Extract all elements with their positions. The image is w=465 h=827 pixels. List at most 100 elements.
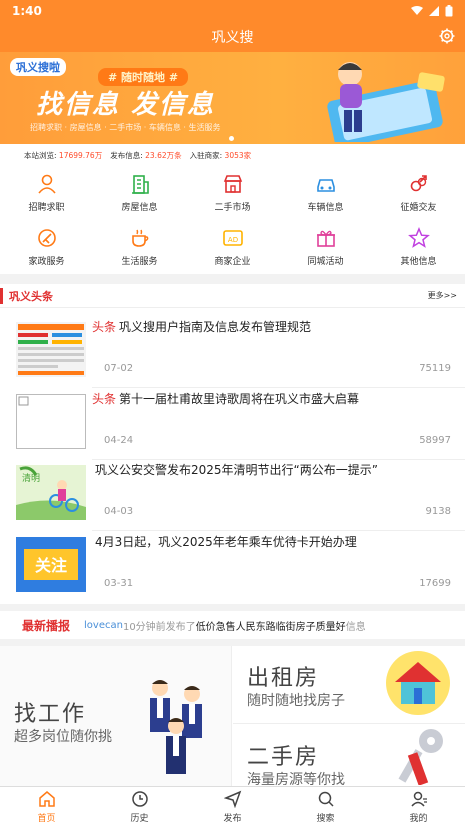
- phone-illustration: [327, 62, 445, 142]
- promo-section: 找工作 超多岗位随你挑 出租房 随时随地找房子 二手房 海量房源等你找: [0, 646, 465, 788]
- category-label: 二手市场: [214, 203, 251, 213]
- status-icons: [411, 5, 453, 17]
- ticker-user: lovecan: [84, 619, 123, 631]
- news-views: 17699: [419, 578, 451, 589]
- tab-label: 发布: [223, 814, 242, 824]
- section-title: 巩义头条: [0, 287, 53, 304]
- headline-title: 巩义公安交警发布2025年清明节出行“两公布一提示”: [95, 463, 378, 477]
- carousel-indicator[interactable]: [229, 136, 234, 141]
- news-date: 04-03: [104, 506, 134, 517]
- headlines-header: 巩义头条 更多>>: [0, 284, 465, 308]
- news-thumbnail: [16, 322, 86, 377]
- tab-publish[interactable]: 发布: [186, 787, 279, 827]
- category-dating[interactable]: 征婚交友: [372, 166, 465, 220]
- news-item[interactable]: 头条 巩义搜用户指南及信息发布管理规范 07-02 75119: [0, 318, 465, 388]
- tab-home[interactable]: 首页: [0, 787, 93, 827]
- visits-label: 本站浏览:: [24, 150, 57, 160]
- status-time: 1:40: [12, 4, 42, 18]
- ticker-label: 最新播报: [22, 618, 71, 633]
- user-icon: [410, 791, 427, 807]
- category-label: 商家企业: [214, 257, 251, 267]
- store-icon: [223, 175, 242, 193]
- tab-label: 搜索: [316, 814, 335, 824]
- more-link[interactable]: 更多>>: [428, 290, 457, 301]
- app-header: 巩义搜: [0, 22, 465, 52]
- category-jobs[interactable]: 招聘求职: [0, 166, 93, 220]
- news-views: 9138: [425, 506, 451, 517]
- secondhand-house-card[interactable]: 二手房 海量房源等你找: [233, 725, 465, 788]
- category-events[interactable]: 同城活动: [279, 220, 372, 274]
- category-label: 其他信息: [400, 257, 437, 267]
- cup-icon: [131, 229, 148, 247]
- news-item[interactable]: 关注 4月3日起，巩义2025年老年乘车优待卡开始办理 03-31 17699: [0, 533, 465, 603]
- rent-card-subtitle: 随时随地找房子: [247, 693, 345, 709]
- news-item[interactable]: 清明 巩义公安交警发布2025年清明节出行“两公布一提示” 04-03 9138: [0, 461, 465, 531]
- job-card-subtitle: 超多岗位随你挑: [14, 729, 112, 745]
- person-icon: [37, 174, 56, 194]
- category-vehicles[interactable]: 车辆信息: [279, 166, 372, 220]
- category-label: 征婚交友: [400, 203, 437, 213]
- banner-subtitle: 招聘求职 · 房屋信息 · 二手市场 · 车辆信息 · 生活服务: [30, 123, 221, 132]
- news-thumbnail: 清明: [16, 465, 86, 520]
- tab-label: 历史: [130, 814, 149, 824]
- category-life-services[interactable]: 生活服务: [93, 220, 186, 274]
- headline-title: 巩义搜用户指南及信息发布管理规范: [119, 320, 312, 334]
- tab-history[interactable]: 历史: [93, 787, 186, 827]
- house-icon: [386, 651, 450, 715]
- rent-card[interactable]: 出租房 随时随地找房子: [233, 646, 465, 724]
- posts-value: 23.62万条: [145, 150, 182, 160]
- tab-profile[interactable]: 我的: [372, 787, 465, 827]
- svg-text:清明: 清明: [22, 472, 40, 484]
- tab-label: 首页: [37, 814, 56, 824]
- signal-icon: [429, 6, 439, 16]
- gear-icon[interactable]: [439, 28, 455, 44]
- headline-tag: 头条: [92, 320, 117, 334]
- news-item[interactable]: 头条 第十一届杜甫故里诗歌周将在巩义市盛大启幕 04-24 58997: [0, 390, 465, 460]
- news-views: 58997: [419, 435, 451, 446]
- category-label: 房屋信息: [121, 203, 158, 213]
- news-views: 75119: [419, 363, 451, 374]
- latest-broadcast[interactable]: 最新播报 lovecan 10分钟前发布了 低价急售人民东路临街房子质量好 信息: [0, 611, 465, 639]
- posts-label: 发布信息:: [110, 150, 143, 160]
- category-label: 车辆信息: [307, 203, 344, 213]
- tab-label: 我的: [409, 814, 428, 824]
- category-label: 招聘求职: [28, 203, 65, 213]
- battery-icon: [445, 5, 453, 17]
- category-label: 同城活动: [307, 257, 344, 267]
- category-label: 生活服务: [121, 257, 158, 267]
- page-title: 巩义搜: [211, 30, 254, 46]
- headline-title: 第十一届杜甫故里诗歌周将在巩义市盛大启幕: [119, 392, 360, 406]
- gift-icon: [316, 230, 335, 247]
- tab-search[interactable]: 搜索: [279, 787, 372, 827]
- category-secondhand[interactable]: 二手市场: [186, 166, 279, 220]
- category-business[interactable]: AD 商家企业: [186, 220, 279, 274]
- category-housekeeping[interactable]: 家政服务: [0, 220, 93, 274]
- clock-icon: [131, 791, 148, 807]
- broom-icon: [37, 229, 56, 247]
- category-label: 家政服务: [28, 257, 65, 267]
- key-icon: [398, 729, 443, 785]
- site-stats: 本站浏览: 17699.76万 发布信息: 23.62万条 入驻商家: 3053…: [0, 144, 465, 166]
- ticker-suffix: 信息: [345, 621, 366, 633]
- home-icon: [38, 791, 55, 807]
- bottom-tab-bar: 首页 历史 发布 搜索 我的: [0, 786, 465, 827]
- building-icon: [131, 175, 149, 194]
- wifi-icon: [411, 6, 423, 15]
- secondhand-card-title: 二手房: [247, 745, 320, 770]
- search-icon: [318, 791, 334, 807]
- category-others[interactable]: 其他信息: [372, 220, 465, 274]
- job-card[interactable]: 找工作 超多岗位随你挑: [0, 646, 232, 786]
- news-date: 07-02: [104, 363, 134, 374]
- merchants-value: 3053家: [224, 150, 252, 160]
- promo-banner[interactable]: 巩义搜啦 # 随时随地 # 找信息 发信息 招聘求职 · 房屋信息 · 二手市场…: [0, 52, 465, 144]
- headline-title: 4月3日起，巩义2025年老年乘车优待卡开始办理: [95, 535, 357, 549]
- visits-value: 17699.76万: [58, 150, 103, 160]
- ad-icon: AD: [222, 230, 243, 246]
- ticker-message: 低价急售人民东路临街房子质量好: [195, 621, 346, 633]
- gender-icon: [410, 175, 427, 192]
- business-people-icon: [150, 680, 202, 774]
- svg-text:AD: AD: [227, 236, 237, 244]
- category-housing[interactable]: 房屋信息: [93, 166, 186, 220]
- news-date: 03-31: [104, 578, 134, 589]
- headlines-section: 巩义头条 更多>> 头条 巩义搜用户指南及信息发布管理规范 07-02 75119…: [0, 284, 465, 604]
